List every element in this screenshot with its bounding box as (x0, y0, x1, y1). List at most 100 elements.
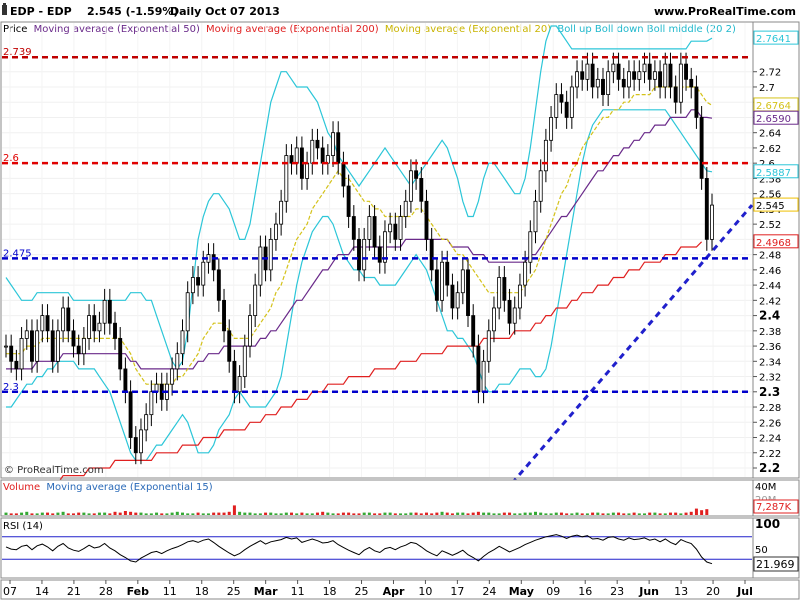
x-tick-label: 25 (227, 585, 241, 598)
rsi-axis-mid: 50 (755, 545, 768, 556)
volume-bar (181, 512, 184, 515)
legend-line: Price Moving average (Exponential 50) Mo… (3, 24, 736, 35)
candle-body (66, 307, 71, 332)
volume-bar (123, 511, 127, 515)
volume-bar (663, 513, 667, 515)
volume-bar (409, 512, 413, 515)
volume-bar (149, 513, 153, 515)
candle-body (237, 376, 242, 393)
candle-body (502, 277, 507, 301)
candle-body (434, 269, 439, 301)
volume-bar (290, 512, 294, 515)
candle-body (123, 368, 128, 393)
volume-bar (165, 513, 169, 515)
candle-body (211, 254, 216, 271)
candle-body (336, 132, 341, 164)
volume-bar (170, 512, 174, 515)
volume-bar (321, 511, 325, 515)
volume-bar (71, 513, 75, 515)
y-tick-label: 2.36 (759, 342, 781, 353)
x-tick-label: Feb (127, 585, 150, 598)
volume-bar (66, 513, 70, 515)
header-quote: 2.545 (-1.59%) (87, 5, 178, 18)
volume-bar (502, 512, 506, 515)
candle-body (175, 353, 180, 370)
x-tick-label: 10 (418, 585, 432, 598)
candle-body (118, 338, 123, 370)
y-tick-label: 2.48 (759, 251, 781, 262)
candle-body (185, 292, 190, 332)
candle-body (611, 63, 616, 73)
rsi-plot-frame (0, 517, 754, 579)
volume-bar (238, 511, 242, 515)
candle-body (471, 315, 476, 347)
volume-bar (518, 513, 522, 515)
volume-bar (554, 512, 558, 515)
volume-bar (611, 512, 615, 515)
volume-bar (129, 511, 133, 515)
candle-body (242, 345, 247, 377)
volume-bar (144, 513, 148, 515)
volume-bar (445, 512, 449, 515)
volume-bar (56, 512, 60, 515)
volume-bar (284, 512, 288, 515)
candle-body (149, 391, 154, 416)
price-badge-label: 2.5887 (756, 168, 791, 179)
volume-bar (367, 512, 371, 515)
candle-body (621, 78, 626, 88)
volume-bar (232, 505, 236, 515)
volume-bar (674, 512, 678, 515)
candle-body (523, 261, 528, 286)
volume-bar (243, 512, 247, 515)
volume-bar (430, 513, 434, 515)
candle-body (424, 200, 429, 240)
volume-bar (679, 513, 683, 515)
candle-body (517, 284, 522, 309)
candle-body (647, 63, 652, 80)
volume-bar (40, 512, 44, 515)
x-tick-label: 07 (3, 585, 17, 598)
candle-body (710, 204, 714, 240)
volume-bar (341, 512, 345, 515)
volume-bar (35, 513, 39, 515)
candle-body (9, 345, 14, 362)
volume-bar (528, 512, 532, 515)
candle-body (595, 78, 600, 88)
rsi-legend: RSI (14) (3, 521, 43, 532)
header-title: EDP - EDP (10, 5, 72, 18)
volume-bar (191, 513, 195, 515)
candle-body (678, 63, 683, 103)
candle-body (45, 315, 50, 332)
candle-body (273, 223, 278, 240)
volume-bar (186, 513, 190, 515)
volume-bar (565, 513, 569, 515)
candle-body (663, 63, 668, 88)
volume-bar (450, 513, 454, 515)
volume-bar (627, 513, 631, 515)
candle-body (227, 330, 232, 362)
volume-bar (534, 511, 537, 515)
candle-body (569, 86, 574, 118)
price-badge-label: 2.7641 (756, 34, 791, 45)
volume-bar (694, 508, 698, 515)
candle-body (689, 78, 694, 88)
x-tick-label: 21 (67, 585, 81, 598)
candle-body (673, 86, 678, 103)
volume-bar (513, 513, 517, 515)
volume-bar (253, 513, 257, 515)
volume-bar (684, 512, 688, 515)
candle-body (476, 345, 481, 393)
volume-bar (648, 512, 652, 515)
candle-body (668, 63, 673, 88)
candle-body (403, 200, 408, 217)
y-tick-label: 2.46 (759, 266, 781, 277)
volume-bar (508, 512, 512, 515)
volume-bar (77, 512, 81, 515)
volume-bar (601, 513, 605, 515)
candle-body (315, 139, 320, 149)
candle-body (652, 71, 657, 80)
volume-bar (658, 513, 662, 515)
volume-bar (347, 512, 351, 515)
candle-body (632, 71, 637, 80)
y-tick-label: 2.42 (759, 296, 781, 307)
